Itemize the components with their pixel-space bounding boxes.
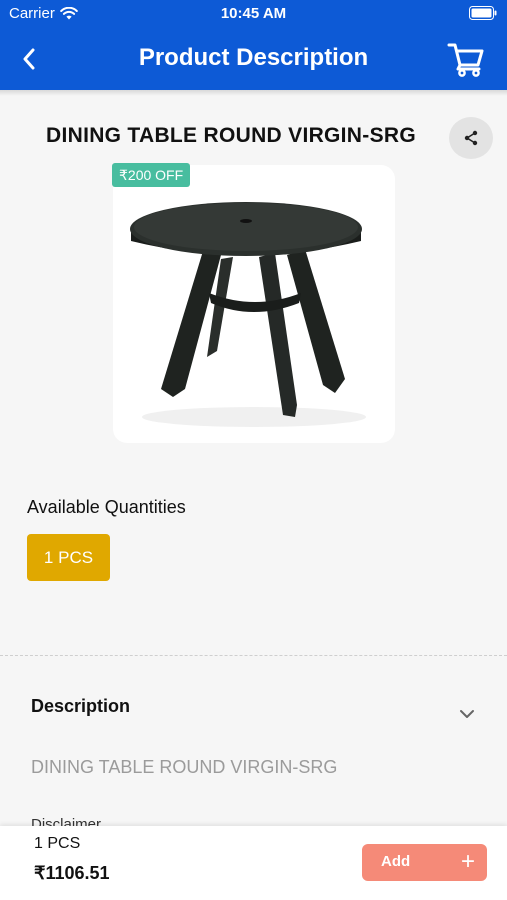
plus-icon: + (460, 848, 475, 875)
product-image (130, 202, 366, 427)
nav-bar: Product Description (0, 28, 507, 90)
price: ₹1106.51 (34, 863, 110, 883)
battery-icon (469, 6, 497, 20)
cart-button[interactable] (445, 38, 487, 80)
page-title: Product Description (138, 44, 369, 71)
available-quantities-label: Available Quantities (27, 497, 186, 517)
description-heading: Description (31, 696, 131, 716)
status-time: 10:45 AM (220, 5, 287, 22)
status-bar: Carrier 10:45 AM (0, 0, 507, 28)
discount-badge: ₹200 OFF (112, 163, 191, 187)
description-text: DINING TABLE ROUND VIRGIN-SRG (31, 757, 338, 777)
quantity-option[interactable]: 1 PCS (27, 534, 110, 581)
add-to-cart-button[interactable]: Add + (362, 844, 487, 881)
nav-shadow (0, 90, 507, 96)
selected-quantity: 1 PCS (34, 835, 81, 852)
cart-icon (447, 43, 484, 77)
bottom-cart-bar: 1 PCS ₹1106.51 Add + (0, 826, 507, 900)
share-icon (464, 130, 478, 146)
description-toggle[interactable] (456, 705, 478, 723)
product-title: DINING TABLE ROUND VIRGIN-SRG (46, 124, 416, 147)
share-button[interactable] (449, 117, 493, 159)
section-divider (0, 655, 507, 656)
add-button-label: Add (381, 853, 411, 870)
chevron-down-icon (460, 710, 474, 718)
product-image-card[interactable] (113, 165, 395, 443)
